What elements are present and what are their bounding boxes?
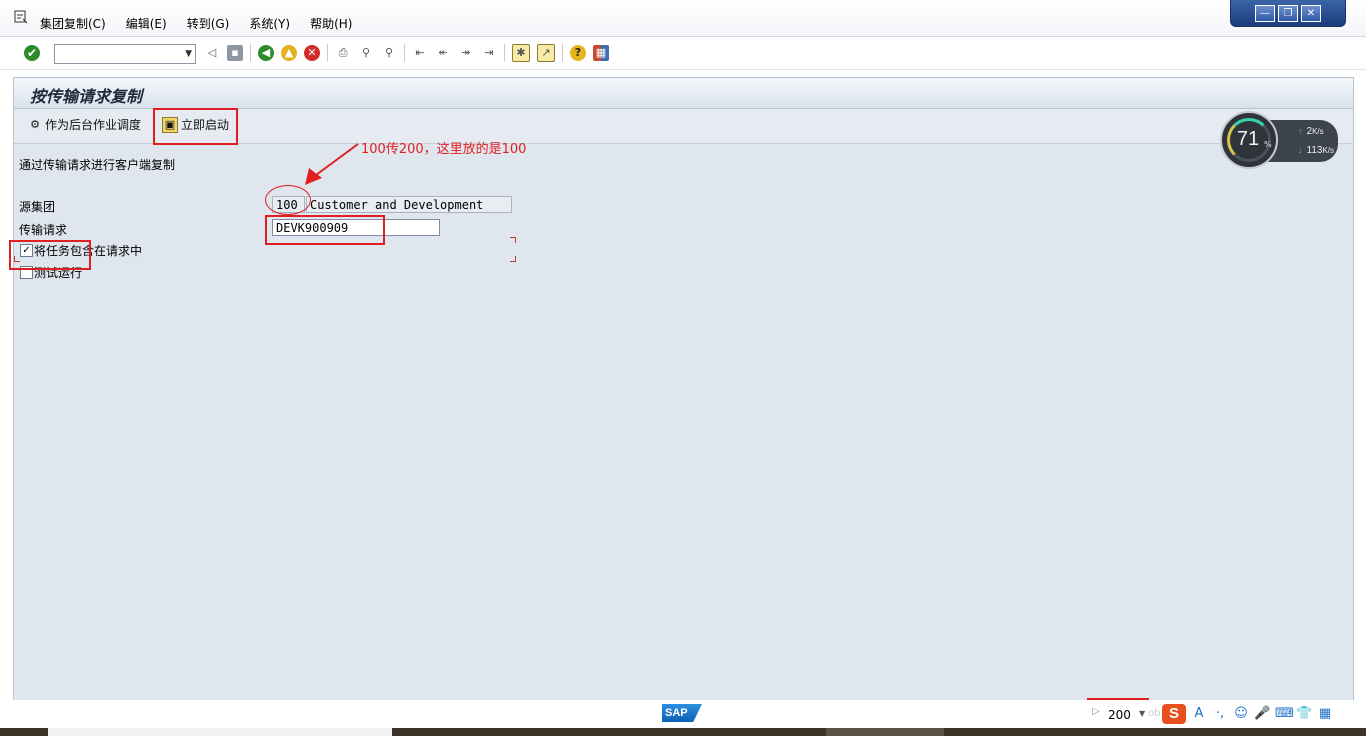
selection-corner	[510, 256, 516, 262]
help-icon[interactable]: ?	[570, 45, 586, 61]
watermark-text: ob	[1148, 708, 1161, 719]
sogou-ime-icon[interactable]: S	[1162, 704, 1186, 724]
menu-item-client-copy[interactable]: 集团复制(C)	[40, 15, 106, 32]
upload-arrow-icon: ↑	[1298, 126, 1303, 136]
annotation-box-include-tasks	[9, 240, 91, 270]
toolbar-separator	[504, 44, 505, 62]
keyboard-icon[interactable]: ⌨	[1275, 706, 1294, 722]
toolbox-icon[interactable]: ▦	[1317, 706, 1333, 722]
menu-item-goto[interactable]: 转到(G)	[187, 15, 230, 32]
window-controls: — ❐ ✕	[1230, 0, 1346, 27]
emoji-icon[interactable]: ☺	[1233, 706, 1249, 722]
menu-bar: 集团复制(C) 编辑(E) 转到(G) 系统(Y) 帮助(H)	[40, 15, 352, 32]
cancel-icon[interactable]: ✕	[304, 45, 320, 61]
shortcut-icon[interactable]: ↗	[537, 44, 555, 62]
source-client-label: 源集团	[19, 200, 56, 214]
last-page-icon[interactable]: ⇥	[481, 45, 497, 61]
sap-screen: 按传输请求复制 ⚙ 作为后台作业调度 ▣ 立即启动 通过传输请求进行客户端复制 …	[13, 77, 1354, 701]
download-arrow-icon: ↓	[1298, 145, 1303, 155]
screen-content: 通过传输请求进行客户端复制 源集团 100 Customer and Devel…	[14, 144, 1353, 700]
page-title: 按传输请求复制	[30, 87, 143, 106]
back-arrow-icon[interactable]: ◁	[204, 45, 220, 61]
menu-item-help[interactable]: 帮助(H)	[310, 15, 352, 32]
description-text: 通过传输请求进行客户端复制	[19, 158, 176, 172]
transport-request-label: 传输请求	[19, 223, 68, 237]
schedule-background-job-button[interactable]: ⚙ 作为后台作业调度	[28, 116, 141, 133]
title-area: 按传输请求复制	[14, 78, 1353, 109]
close-button[interactable]: ✕	[1301, 4, 1321, 22]
status-bar: SAP ▷ 200 ▼ ob S A ·, ☺ 🎤 ⌨ 👕 ▦	[0, 700, 1366, 728]
previous-page-icon[interactable]: ↞	[435, 45, 451, 61]
download-speed: ↓ 113K/s	[1298, 145, 1335, 156]
upload-speed: ↑ 2K/s	[1298, 126, 1324, 137]
toolbar-separator	[327, 44, 328, 62]
taskbar-item[interactable]	[48, 728, 392, 736]
menu-item-edit[interactable]: 编辑(E)	[126, 15, 167, 32]
schedule-background-job-label: 作为后台作业调度	[45, 118, 142, 132]
toolbar-icons: ◁ ▪ ◀ ▲ ✕ ⎙ ⚲ ⚲ ⇤ ↞ ↠ ⇥ ✱ ↗ ? ▦	[204, 44, 616, 62]
font-icon[interactable]: A	[1191, 706, 1207, 722]
first-page-icon[interactable]: ⇤	[412, 45, 428, 61]
command-field[interactable]: ▼	[54, 44, 196, 64]
selection-corner	[510, 237, 516, 243]
find-next-icon[interactable]: ⚲	[381, 45, 397, 61]
standard-toolbar: ✔ ▼ ◁ ▪ ◀ ▲ ✕ ⎙ ⚲ ⚲ ⇤ ↞ ↠ ⇥ ✱ ↗ ? ▦	[0, 37, 1366, 70]
back-icon[interactable]: ◀	[258, 45, 274, 61]
next-page-icon[interactable]: ↠	[458, 45, 474, 61]
network-speed-widget[interactable]: ↑ 2K/s ↓ 113K/s 71 %	[1220, 111, 1340, 171]
command-input[interactable]	[55, 45, 179, 61]
create-session-icon[interactable]: ✱	[512, 44, 530, 62]
find-icon[interactable]: ⚲	[358, 45, 374, 61]
print-icon[interactable]: ⎙	[335, 45, 351, 61]
punctuation-icon[interactable]: ·,	[1212, 706, 1228, 722]
customize-layout-icon[interactable]: ▦	[593, 45, 609, 61]
sap-logo: SAP	[662, 704, 702, 722]
client-number[interactable]: 200	[1108, 708, 1131, 722]
memory-gauge: 71 %	[1220, 111, 1278, 169]
ime-toolbar: S A ·, ☺ 🎤 ⌨ 👕 ▦	[1162, 704, 1333, 724]
source-client-description: Customer and Development	[306, 196, 512, 213]
microphone-icon[interactable]: 🎤	[1254, 706, 1270, 722]
taskbar	[0, 728, 1366, 736]
save-icon[interactable]: ▪	[227, 45, 243, 61]
menu-item-system[interactable]: 系统(Y)	[249, 15, 290, 32]
exit-icon[interactable]: ▲	[281, 45, 297, 61]
taskbar-item[interactable]	[826, 728, 944, 736]
toolbar-separator	[404, 44, 405, 62]
annotation-box-start-button	[153, 108, 238, 145]
toolbar-separator	[562, 44, 563, 62]
chevron-down-icon[interactable]: ▼	[185, 49, 192, 59]
enter-icon[interactable]: ✔	[24, 45, 40, 61]
skin-icon[interactable]: 👕	[1296, 706, 1312, 722]
gauge-percent-sign: %	[1264, 140, 1272, 149]
toolbar-separator	[250, 44, 251, 62]
minimize-button[interactable]: —	[1255, 4, 1275, 22]
restore-button[interactable]: ❐	[1278, 4, 1298, 22]
chevron-down-icon[interactable]: ▼	[1139, 709, 1145, 718]
annotation-box-transport-request	[265, 215, 385, 245]
background-job-icon: ⚙	[30, 117, 40, 131]
annotation-note: 100传200，这里放的是100	[361, 142, 527, 157]
window-title-bar: 集团复制(C) 编辑(E) 转到(G) 系统(Y) 帮助(H) — ❐ ✕	[0, 0, 1366, 37]
system-menu-icon[interactable]	[14, 10, 28, 24]
status-expand-icon[interactable]: ▷	[1092, 706, 1100, 717]
annotation-arrow-icon	[305, 143, 359, 185]
